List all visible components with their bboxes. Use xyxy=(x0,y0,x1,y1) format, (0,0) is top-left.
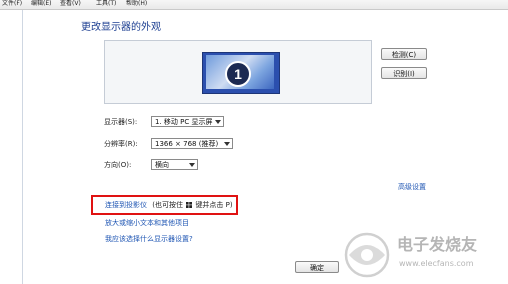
projector-hint-end: 键并点击 P) xyxy=(195,201,233,209)
watermark-logo-icon xyxy=(344,232,390,278)
menu-view[interactable]: 查看(V) xyxy=(60,0,81,7)
resolution-select-value: 1366 × 768 (推荐) xyxy=(155,140,219,148)
identify-button[interactable]: 识别(I) xyxy=(381,67,427,79)
which-settings-link[interactable]: 我应该选择什么显示器设置? xyxy=(105,235,193,244)
display-select-value: 1. 移动 PC 显示屏 xyxy=(155,118,213,126)
resolution-label: 分辨率(R): xyxy=(104,140,138,148)
left-navigation-strip xyxy=(0,10,23,284)
chevron-down-icon xyxy=(215,120,221,124)
detect-button[interactable]: 检测(C) xyxy=(381,48,427,60)
menu-bar: 文件(F) 编辑(E) 查看(V) 工具(T) 帮助(H) xyxy=(0,0,508,10)
ok-button[interactable]: 确定 xyxy=(295,261,339,273)
menu-help[interactable]: 帮助(H) xyxy=(126,0,147,7)
orientation-select[interactable]: 横向 xyxy=(151,159,198,170)
connect-projector-text: 连接到投影仪 xyxy=(105,201,147,209)
page-title: 更改显示器的外观 xyxy=(81,22,161,33)
text-size-link[interactable]: 放大或缩小文本和其他项目 xyxy=(105,219,189,228)
monitor-number-badge: 1 xyxy=(225,61,251,87)
display-select[interactable]: 1. 移动 PC 显示屏 xyxy=(151,116,224,127)
chevron-down-icon xyxy=(189,163,195,167)
resolution-select[interactable]: 1366 × 768 (推荐) xyxy=(151,138,233,149)
windows-key-icon xyxy=(186,202,193,208)
menu-edit[interactable]: 编辑(E) xyxy=(31,0,51,7)
menu-tools[interactable]: 工具(T) xyxy=(96,0,116,7)
menu-file[interactable]: 文件(F) xyxy=(2,0,22,7)
projector-hint-start: (也可按住 xyxy=(152,201,183,209)
orientation-label: 方向(O): xyxy=(104,161,132,169)
advanced-settings-link[interactable]: 高级设置 xyxy=(398,183,426,192)
watermark-url: www.elecfans.com xyxy=(399,259,474,268)
watermark: 电子发烧友 www.elecfans.com xyxy=(339,228,508,284)
display-label: 显示器(S): xyxy=(104,118,138,126)
watermark-text: 电子发烧友 xyxy=(397,235,478,254)
connect-projector-link[interactable]: 连接到投影仪 (也可按住 键并点击 P) xyxy=(105,201,233,210)
chevron-down-icon xyxy=(224,142,230,146)
orientation-select-value: 横向 xyxy=(155,161,169,169)
